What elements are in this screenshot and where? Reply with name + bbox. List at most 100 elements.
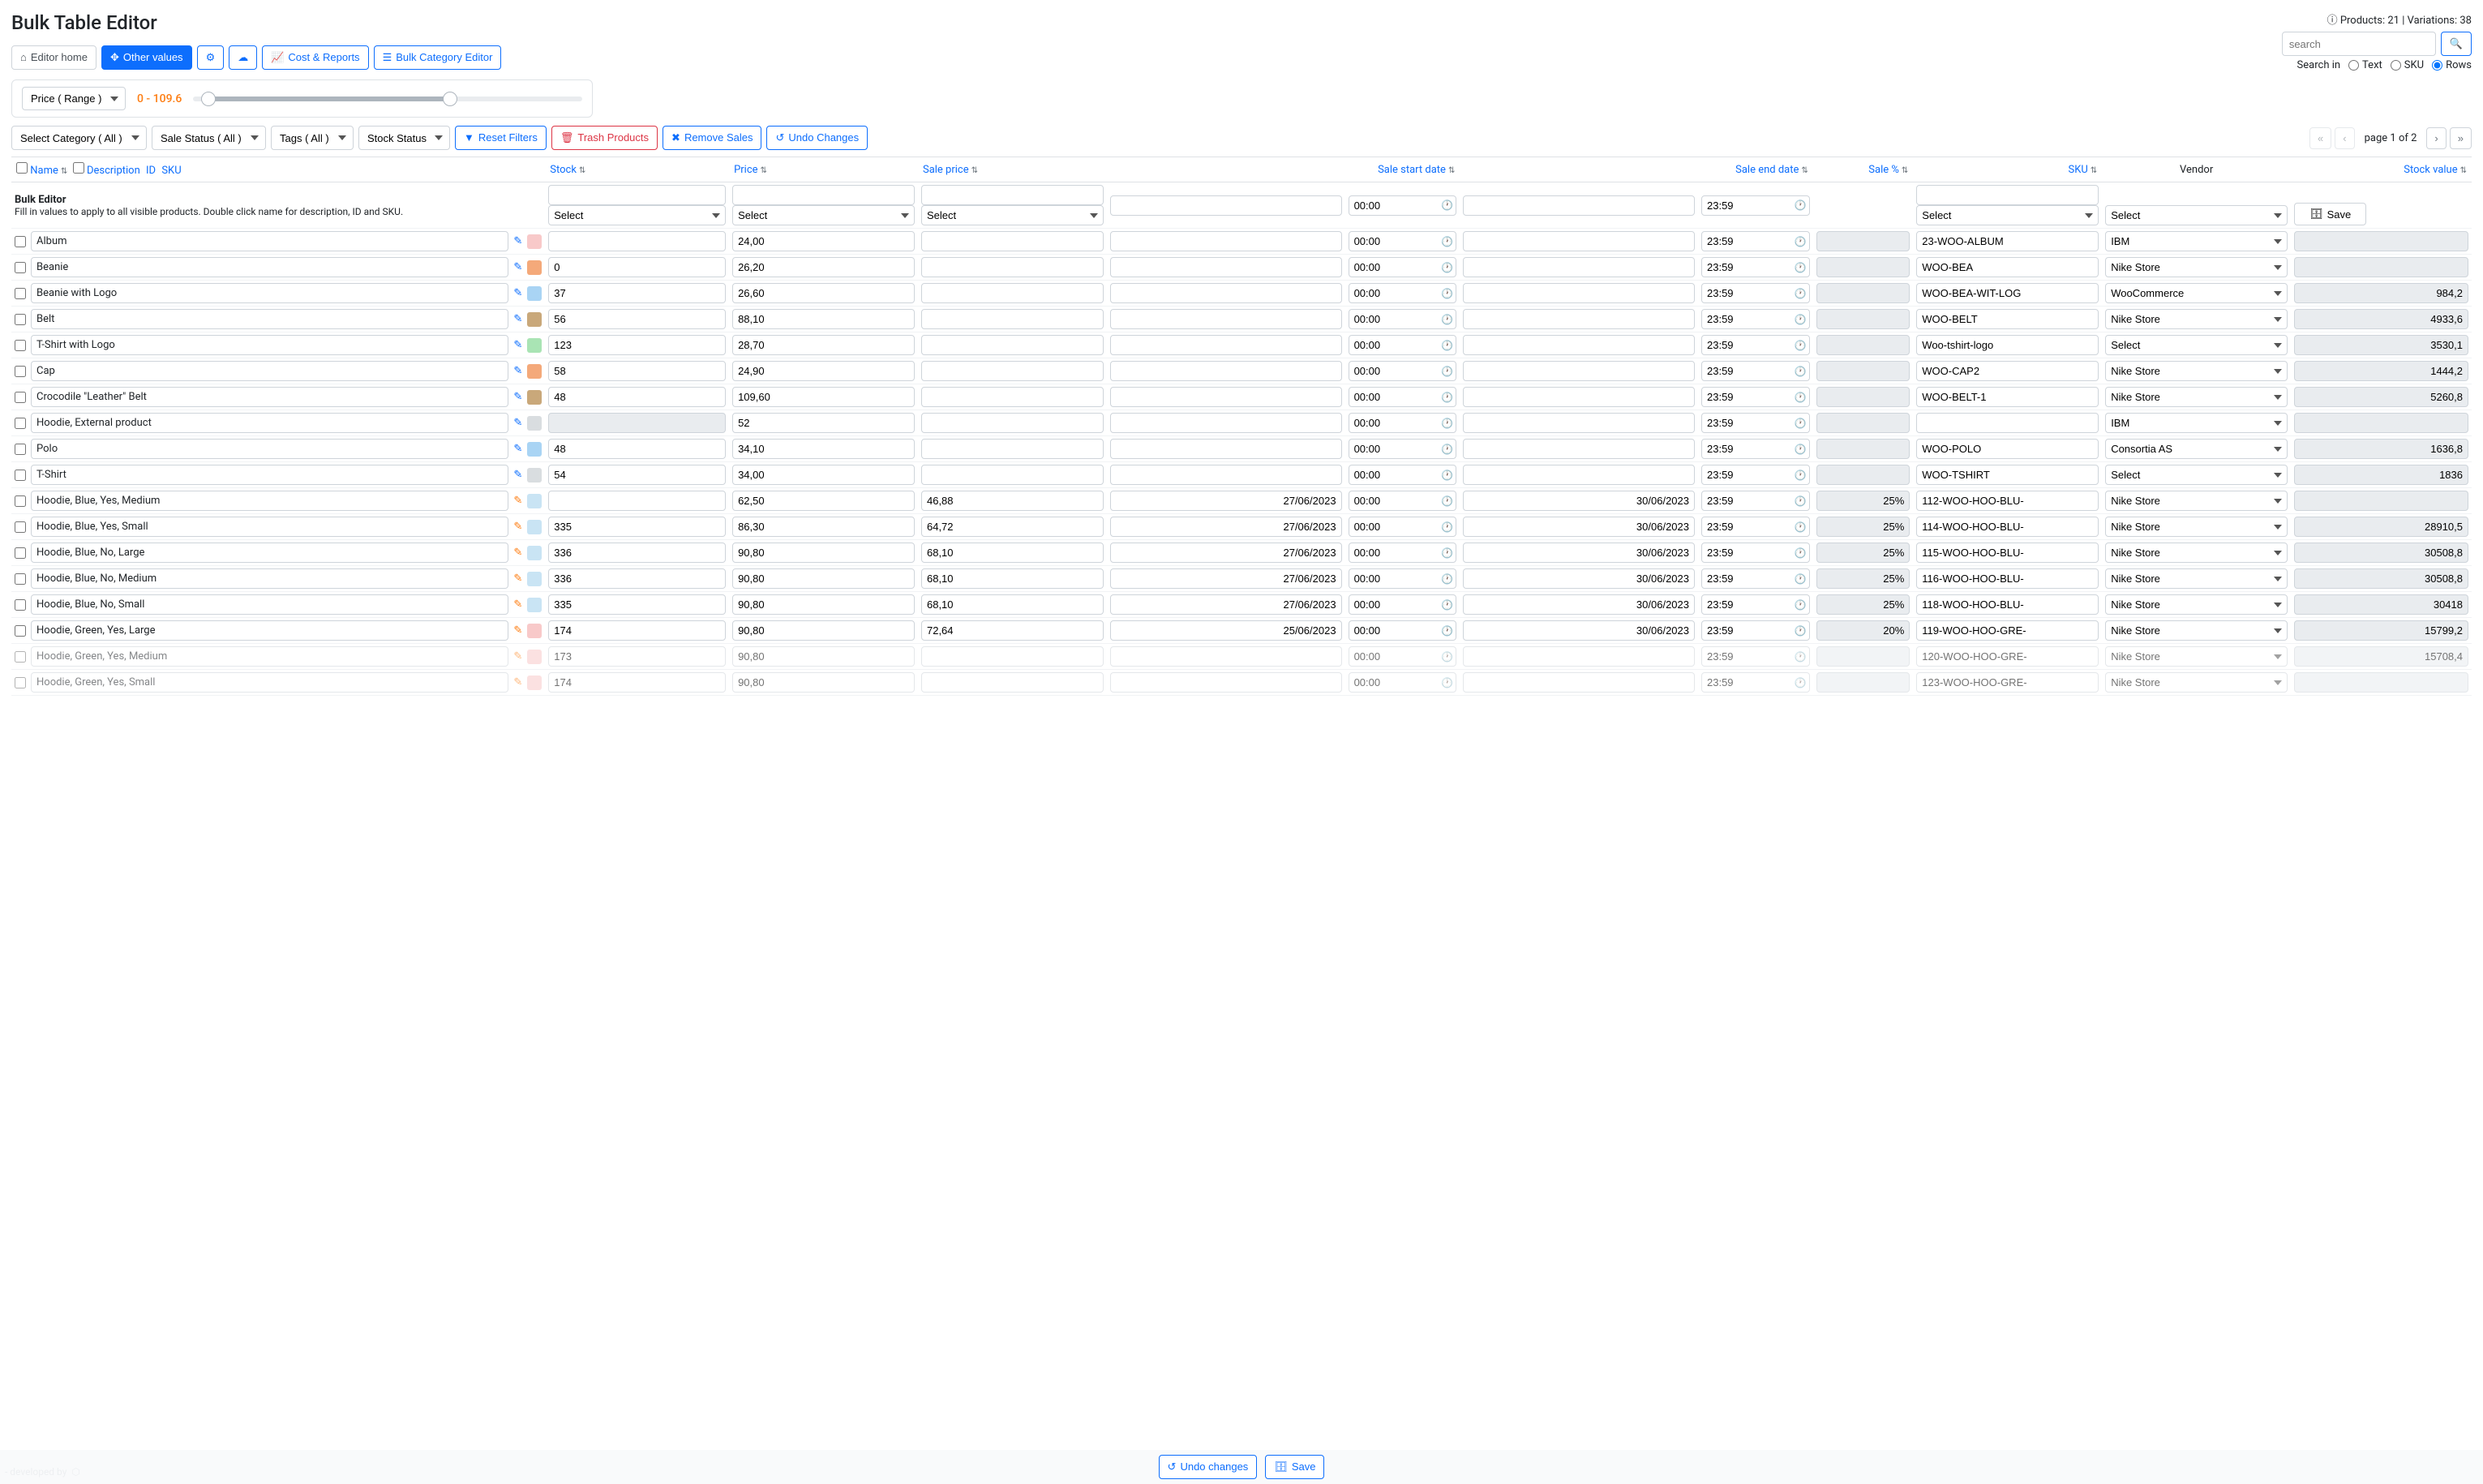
stock-status-filter[interactable]: Stock Status xyxy=(358,126,450,150)
sale-start-time[interactable] xyxy=(1349,543,1457,563)
sale-pct-input[interactable] xyxy=(1816,231,1910,251)
stock-input[interactable] xyxy=(548,283,726,303)
sale-start-time[interactable] xyxy=(1349,231,1457,251)
footer-undo-button[interactable]: ↺ Undo changes xyxy=(1159,1455,1258,1479)
price-input[interactable] xyxy=(732,309,915,329)
sale-end-input[interactable] xyxy=(1463,361,1695,381)
vendor-select[interactable]: Nike Store xyxy=(2105,491,2288,511)
sku-input[interactable] xyxy=(1916,309,2099,329)
sale-pct-input[interactable] xyxy=(1816,283,1910,303)
sku-input[interactable] xyxy=(1916,646,2099,667)
product-name[interactable]: Cap xyxy=(31,361,508,381)
price-input[interactable] xyxy=(732,231,915,251)
sale-end-time[interactable] xyxy=(1701,335,1810,355)
price-input[interactable] xyxy=(732,672,915,693)
header-sale-end[interactable]: Sale end date⇅ xyxy=(1460,157,1812,182)
price-input[interactable] xyxy=(732,387,915,407)
sale-end-time[interactable] xyxy=(1701,439,1810,459)
sale-price-input[interactable] xyxy=(921,309,1104,329)
sale-pct-input[interactable] xyxy=(1816,568,1910,589)
sale-pct-input[interactable] xyxy=(1816,335,1910,355)
sale-end-input[interactable] xyxy=(1463,387,1695,407)
sku-input[interactable] xyxy=(1916,439,2099,459)
vendor-select[interactable]: Nike Store xyxy=(2105,543,2288,563)
header-sale-pct[interactable]: Sale %⇅ xyxy=(1813,157,1914,182)
sale-end-input[interactable] xyxy=(1463,568,1695,589)
sale-start-input[interactable] xyxy=(1110,491,1342,511)
vendor-select[interactable]: IBM xyxy=(2105,413,2288,433)
vendor-select[interactable]: WooCommerce xyxy=(2105,283,2288,303)
stock-input[interactable] xyxy=(548,594,726,615)
sale-end-input[interactable] xyxy=(1463,413,1695,433)
price-input[interactable] xyxy=(732,568,915,589)
row-checkbox[interactable] xyxy=(15,236,26,247)
sale-end-time[interactable] xyxy=(1701,594,1810,615)
stock-input[interactable] xyxy=(548,543,726,563)
price-input[interactable] xyxy=(732,283,915,303)
sale-start-input[interactable] xyxy=(1110,620,1342,641)
sale-end-input[interactable] xyxy=(1463,620,1695,641)
row-checkbox[interactable] xyxy=(15,366,26,377)
row-checkbox[interactable] xyxy=(15,340,26,351)
product-name[interactable]: Beanie with Logo xyxy=(31,283,508,303)
sale-start-time[interactable] xyxy=(1349,335,1457,355)
sale-end-time[interactable] xyxy=(1701,413,1810,433)
bulk-vendor-select[interactable]: Select xyxy=(2105,205,2288,225)
sale-end-time[interactable] xyxy=(1701,672,1810,693)
sale-start-time[interactable] xyxy=(1349,361,1457,381)
bulk-price-select[interactable]: Select xyxy=(732,205,915,225)
price-input[interactable] xyxy=(732,361,915,381)
sale-start-input[interactable] xyxy=(1110,439,1342,459)
sale-price-input[interactable] xyxy=(921,439,1104,459)
sale-price-input[interactable] xyxy=(921,568,1104,589)
sku-input[interactable] xyxy=(1916,491,2099,511)
page-last-button[interactable]: » xyxy=(2450,127,2472,149)
edit-icon[interactable]: ✎ xyxy=(513,417,522,429)
sale-price-input[interactable] xyxy=(921,257,1104,277)
sale-pct-input[interactable] xyxy=(1816,439,1910,459)
category-filter[interactable]: Select Category ( All ) xyxy=(11,126,147,150)
product-name[interactable]: T-Shirt with Logo xyxy=(31,335,508,355)
edit-icon[interactable]: ✎ xyxy=(513,676,522,688)
vendor-select[interactable]: Nike Store xyxy=(2105,257,2288,277)
sale-start-input[interactable] xyxy=(1110,413,1342,433)
sku-input[interactable] xyxy=(1916,413,2099,433)
edit-icon[interactable]: ✎ xyxy=(513,573,522,585)
other-values-button[interactable]: ✥ Other values xyxy=(101,45,192,70)
sale-pct-input[interactable] xyxy=(1816,387,1910,407)
search-input[interactable] xyxy=(2282,32,2436,56)
price-input[interactable] xyxy=(732,439,915,459)
sale-start-time[interactable] xyxy=(1349,283,1457,303)
price-input[interactable] xyxy=(732,465,915,485)
sale-pct-input[interactable] xyxy=(1816,491,1910,511)
sale-start-time[interactable] xyxy=(1349,387,1457,407)
trash-products-button[interactable]: 🗑 Trash Products xyxy=(551,126,658,150)
bulk-stock-input[interactable] xyxy=(548,185,726,205)
sale-end-input[interactable] xyxy=(1463,257,1695,277)
edit-icon[interactable]: ✎ xyxy=(513,469,522,481)
sale-end-time[interactable] xyxy=(1701,361,1810,381)
row-checkbox[interactable] xyxy=(15,262,26,273)
stock-input[interactable] xyxy=(548,361,726,381)
bulk-sku-input[interactable] xyxy=(1916,185,2099,205)
sale-start-time[interactable] xyxy=(1349,517,1457,537)
page-first-button[interactable]: « xyxy=(2309,127,2331,149)
row-checkbox[interactable] xyxy=(15,470,26,481)
edit-icon[interactable]: ✎ xyxy=(513,495,522,507)
vendor-select[interactable]: Nike Store xyxy=(2105,309,2288,329)
sale-start-time[interactable] xyxy=(1349,672,1457,693)
sale-pct-input[interactable] xyxy=(1816,309,1910,329)
product-name[interactable]: Hoodie, External product xyxy=(31,413,508,433)
vendor-select[interactable]: Nike Store xyxy=(2105,620,2288,641)
sale-price-input[interactable] xyxy=(921,465,1104,485)
bulk-start-time[interactable] xyxy=(1349,195,1457,216)
sale-price-input[interactable] xyxy=(921,335,1104,355)
sale-start-time[interactable] xyxy=(1349,568,1457,589)
sale-end-time[interactable] xyxy=(1701,387,1810,407)
sale-start-input[interactable] xyxy=(1110,231,1342,251)
sale-end-input[interactable] xyxy=(1463,439,1695,459)
page-next-button[interactable]: › xyxy=(2426,127,2446,149)
sale-start-time[interactable] xyxy=(1349,257,1457,277)
select-all-name[interactable] xyxy=(16,162,28,174)
sale-start-time[interactable] xyxy=(1349,646,1457,667)
